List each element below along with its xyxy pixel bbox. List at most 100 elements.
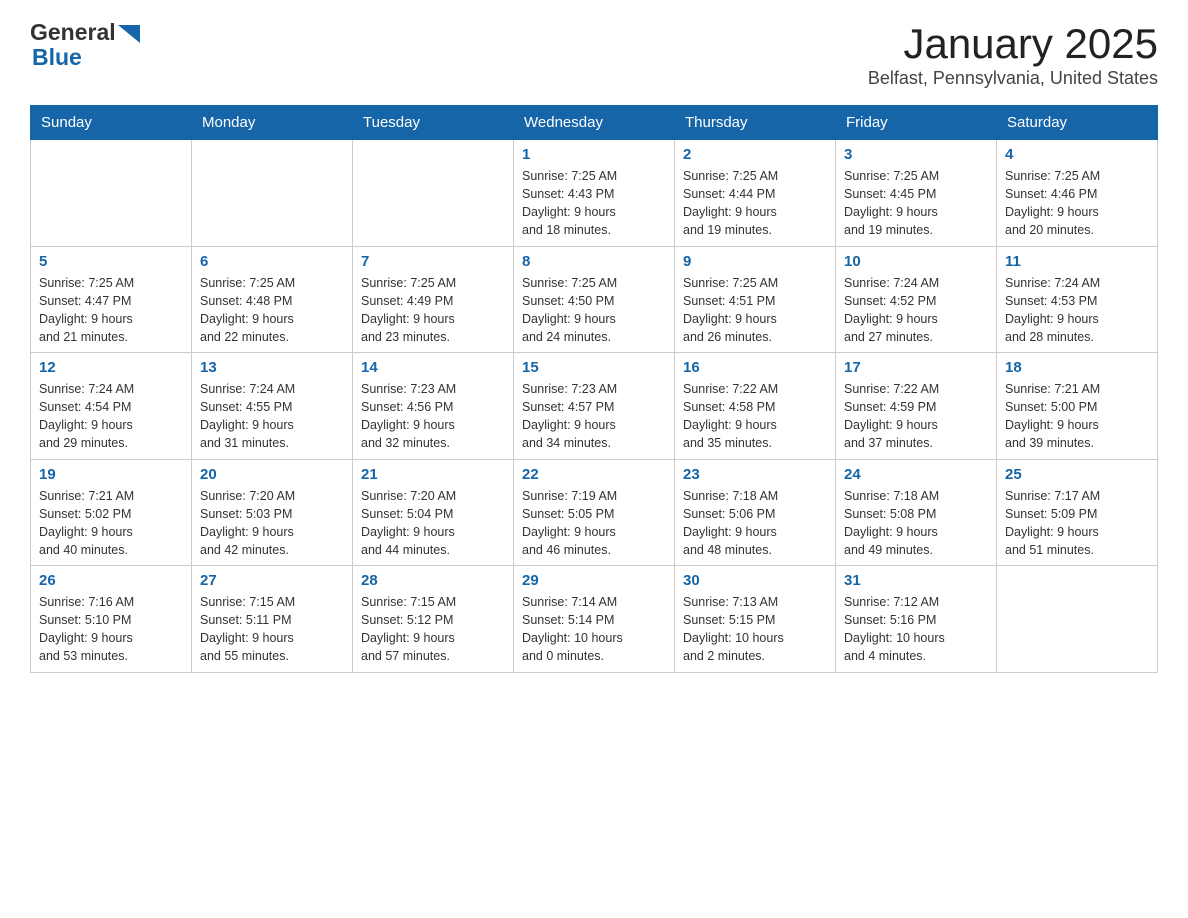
table-row: 31 Sunrise: 7:12 AM Sunset: 5:16 PM Dayli… — [836, 566, 997, 673]
day-number: 20 — [200, 466, 344, 483]
table-row: 9 Sunrise: 7:25 AM Sunset: 4:51 PM Daylig… — [675, 246, 836, 353]
day-number: 17 — [844, 359, 988, 376]
table-row: 13Sunrise: 7:24 AM Sunset: 4:55 PM Dayli… — [192, 353, 353, 460]
table-row: 30Sunrise: 7:13 AM Sunset: 5:15 PM Dayli… — [675, 566, 836, 673]
day-info: Sunrise: 7:15 AM Sunset: 5:12 PM Dayligh… — [361, 593, 505, 666]
day-info: Sunrise: 7:23 AM Sunset: 4:56 PM Dayligh… — [361, 380, 505, 453]
col-thursday: Thursday — [675, 106, 836, 140]
day-info: Sunrise: 7:21 AM Sunset: 5:02 PM Dayligh… — [39, 487, 183, 560]
day-number: 29 — [522, 572, 666, 589]
day-number: 6 — [200, 253, 344, 270]
day-info: Sunrise: 7:25 AM Sunset: 4:48 PM Dayligh… — [200, 274, 344, 347]
table-row: 16 Sunrise: 7:22 AM Sunset: 4:58 PM Dayli… — [675, 353, 836, 460]
day-info: Sunrise: 7:25 AM Sunset: 4:49 PM Dayligh… — [361, 274, 505, 347]
day-number: 2 — [683, 146, 827, 163]
day-number: 25 — [1005, 466, 1149, 483]
col-friday: Friday — [836, 106, 997, 140]
day-number: 19 — [39, 466, 183, 483]
day-number: 8 — [522, 253, 666, 270]
table-row — [997, 566, 1158, 673]
table-row: 11Sunrise: 7:24 AM Sunset: 4:53 PM Dayli… — [997, 246, 1158, 353]
day-info: Sunrise: 7:25 AM Sunset: 4:46 PM Dayligh… — [1005, 167, 1149, 240]
day-number: 4 — [1005, 146, 1149, 163]
day-number: 11 — [1005, 253, 1149, 270]
calendar-header-row: Sunday Monday Tuesday Wednesday Thursday… — [31, 106, 1158, 140]
day-number: 23 — [683, 466, 827, 483]
day-number: 24 — [844, 466, 988, 483]
table-row: 22Sunrise: 7:19 AM Sunset: 5:05 PM Dayli… — [514, 459, 675, 566]
day-number: 26 — [39, 572, 183, 589]
table-row: 5 Sunrise: 7:25 AM Sunset: 4:47 PM Daylig… — [31, 246, 192, 353]
day-info: Sunrise: 7:18 AM Sunset: 5:06 PM Dayligh… — [683, 487, 827, 560]
day-info: Sunrise: 7:12 AM Sunset: 5:16 PM Dayligh… — [844, 593, 988, 666]
day-number: 3 — [844, 146, 988, 163]
table-row: 10 Sunrise: 7:24 AM Sunset: 4:52 PM Dayli… — [836, 246, 997, 353]
page-header: General Blue January 2025 Belfast, Penns… — [30, 20, 1158, 89]
calendar-table: Sunday Monday Tuesday Wednesday Thursday… — [30, 105, 1158, 673]
day-info: Sunrise: 7:24 AM Sunset: 4:54 PM Dayligh… — [39, 380, 183, 453]
logo: General Blue — [30, 20, 140, 71]
table-row: 25 Sunrise: 7:17 AM Sunset: 5:09 PM Dayli… — [997, 459, 1158, 566]
table-row: 2 Sunrise: 7:25 AM Sunset: 4:44 PM Daylig… — [675, 140, 836, 247]
table-row: 20 Sunrise: 7:20 AM Sunset: 5:03 PM Dayli… — [192, 459, 353, 566]
table-row: 23 Sunrise: 7:18 AM Sunset: 5:06 PM Dayli… — [675, 459, 836, 566]
month-title: January 2025 — [868, 20, 1158, 68]
day-info: Sunrise: 7:25 AM Sunset: 4:47 PM Dayligh… — [39, 274, 183, 347]
table-row: 21Sunrise: 7:20 AM Sunset: 5:04 PM Dayli… — [353, 459, 514, 566]
day-info: Sunrise: 7:24 AM Sunset: 4:52 PM Dayligh… — [844, 274, 988, 347]
day-info: Sunrise: 7:25 AM Sunset: 4:43 PM Dayligh… — [522, 167, 666, 240]
logo-blue-text: Blue — [32, 45, 140, 70]
day-info: Sunrise: 7:21 AM Sunset: 5:00 PM Dayligh… — [1005, 380, 1149, 453]
day-number: 14 — [361, 359, 505, 376]
logo-triangle-icon — [118, 25, 140, 43]
day-info: Sunrise: 7:20 AM Sunset: 5:04 PM Dayligh… — [361, 487, 505, 560]
table-row: 29 Sunrise: 7:14 AM Sunset: 5:14 PM Dayli… — [514, 566, 675, 673]
day-info: Sunrise: 7:20 AM Sunset: 5:03 PM Dayligh… — [200, 487, 344, 560]
day-info: Sunrise: 7:16 AM Sunset: 5:10 PM Dayligh… — [39, 593, 183, 666]
table-row: 19 Sunrise: 7:21 AM Sunset: 5:02 PM Dayli… — [31, 459, 192, 566]
day-info: Sunrise: 7:22 AM Sunset: 4:58 PM Dayligh… — [683, 380, 827, 453]
table-row: 14 Sunrise: 7:23 AM Sunset: 4:56 PM Dayli… — [353, 353, 514, 460]
day-info: Sunrise: 7:15 AM Sunset: 5:11 PM Dayligh… — [200, 593, 344, 666]
col-tuesday: Tuesday — [353, 106, 514, 140]
day-number: 30 — [683, 572, 827, 589]
day-number: 31 — [844, 572, 988, 589]
table-row — [192, 140, 353, 247]
calendar-week-row: 19 Sunrise: 7:21 AM Sunset: 5:02 PM Dayli… — [31, 459, 1158, 566]
day-info: Sunrise: 7:25 AM Sunset: 4:51 PM Dayligh… — [683, 274, 827, 347]
table-row: 7Sunrise: 7:25 AM Sunset: 4:49 PM Daylig… — [353, 246, 514, 353]
day-info: Sunrise: 7:25 AM Sunset: 4:45 PM Dayligh… — [844, 167, 988, 240]
table-row — [353, 140, 514, 247]
col-sunday: Sunday — [31, 106, 192, 140]
table-row: 18 Sunrise: 7:21 AM Sunset: 5:00 PM Dayli… — [997, 353, 1158, 460]
col-saturday: Saturday — [997, 106, 1158, 140]
location-title: Belfast, Pennsylvania, United States — [868, 68, 1158, 89]
calendar-week-row: 5 Sunrise: 7:25 AM Sunset: 4:47 PM Daylig… — [31, 246, 1158, 353]
day-number: 13 — [200, 359, 344, 376]
table-row: 15Sunrise: 7:23 AM Sunset: 4:57 PM Dayli… — [514, 353, 675, 460]
calendar-week-row: 1 Sunrise: 7:25 AM Sunset: 4:43 PM Daylig… — [31, 140, 1158, 247]
day-number: 10 — [844, 253, 988, 270]
day-info: Sunrise: 7:17 AM Sunset: 5:09 PM Dayligh… — [1005, 487, 1149, 560]
table-row: 8Sunrise: 7:25 AM Sunset: 4:50 PM Daylig… — [514, 246, 675, 353]
day-number: 16 — [683, 359, 827, 376]
table-row: 28Sunrise: 7:15 AM Sunset: 5:12 PM Dayli… — [353, 566, 514, 673]
table-row: 6 Sunrise: 7:25 AM Sunset: 4:48 PM Daylig… — [192, 246, 353, 353]
table-row: 27Sunrise: 7:15 AM Sunset: 5:11 PM Dayli… — [192, 566, 353, 673]
day-number: 9 — [683, 253, 827, 270]
table-row: 1 Sunrise: 7:25 AM Sunset: 4:43 PM Daylig… — [514, 140, 675, 247]
day-info: Sunrise: 7:14 AM Sunset: 5:14 PM Dayligh… — [522, 593, 666, 666]
col-wednesday: Wednesday — [514, 106, 675, 140]
day-info: Sunrise: 7:22 AM Sunset: 4:59 PM Dayligh… — [844, 380, 988, 453]
table-row: 26 Sunrise: 7:16 AM Sunset: 5:10 PM Dayli… — [31, 566, 192, 673]
table-row: 4 Sunrise: 7:25 AM Sunset: 4:46 PM Daylig… — [997, 140, 1158, 247]
day-number: 5 — [39, 253, 183, 270]
table-row: 17 Sunrise: 7:22 AM Sunset: 4:59 PM Dayli… — [836, 353, 997, 460]
table-row: 3 Sunrise: 7:25 AM Sunset: 4:45 PM Daylig… — [836, 140, 997, 247]
calendar-week-row: 26 Sunrise: 7:16 AM Sunset: 5:10 PM Dayli… — [31, 566, 1158, 673]
col-monday: Monday — [192, 106, 353, 140]
day-number: 18 — [1005, 359, 1149, 376]
day-info: Sunrise: 7:25 AM Sunset: 4:44 PM Dayligh… — [683, 167, 827, 240]
logo-general-text: General — [30, 20, 116, 45]
day-number: 1 — [522, 146, 666, 163]
